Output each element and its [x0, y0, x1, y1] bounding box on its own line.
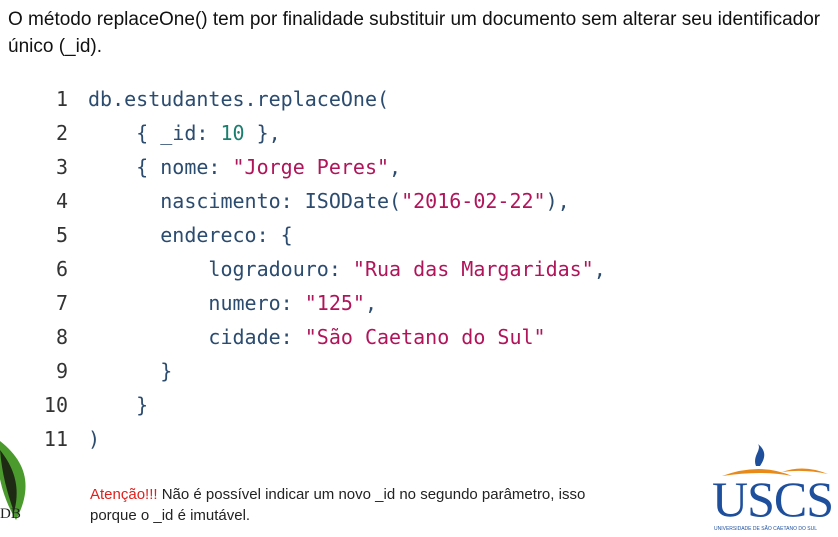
notice-text: Não é possível indicar um novo _id no se…	[90, 486, 586, 524]
code-token: ,	[364, 291, 378, 315]
uscs-logo-text: USCS	[712, 471, 834, 527]
code-line: 6 logradouro: "Rua das Margaridas",	[38, 252, 606, 286]
code-line: 4 nascimento: ISODate("2016-02-22"),	[38, 184, 606, 218]
code-token: { _id:	[88, 121, 221, 145]
uscs-logo-subtitle: UNIVERSIDADE DE SÃO CAETANO DO SUL	[714, 526, 817, 532]
line-number: 9	[55, 359, 68, 383]
code-token: cidade:	[88, 325, 305, 349]
uscs-logo: USCS UNIVERSIDADE DE SÃO CAETANO DO SUL	[712, 442, 838, 537]
code-line: 2 { _id: 10 },	[38, 116, 606, 150]
line-number: 3	[55, 155, 68, 179]
notice: Atenção!!! Não é possível indicar um nov…	[90, 484, 610, 526]
line-number: 8	[55, 325, 68, 349]
mongodb-logo-text: DB	[0, 506, 21, 522]
code-token: "Rua das Margaridas"	[352, 257, 594, 281]
code-token: ),	[545, 189, 570, 213]
line-number: 6	[55, 257, 68, 281]
code-token: "2016-02-22"	[401, 189, 546, 213]
line-number: 2	[55, 121, 68, 145]
code-token: { nome:	[88, 155, 233, 179]
code-line: 5 endereco: {	[38, 218, 606, 252]
code-token: ,	[593, 257, 606, 281]
code-line: 11)	[38, 422, 606, 456]
intro-text: O método replaceOne() tem por finalidade…	[8, 9, 821, 57]
line-number: 5	[55, 223, 68, 247]
line-number: 4	[55, 189, 68, 213]
code-token: },	[244, 121, 281, 145]
line-number: 7	[55, 291, 68, 315]
code-token: "Jorge Peres"	[232, 155, 390, 179]
line-number: 10	[43, 393, 68, 417]
code-line: 1 db.estudantes.replaceOne(	[38, 82, 606, 116]
line-number: 11	[43, 427, 68, 451]
code-line: 10 }	[38, 388, 606, 422]
code-token: "São Caetano do Sul"	[304, 325, 546, 349]
code-token: "125"	[304, 291, 365, 315]
code-token: nascimento: ISODate(	[88, 189, 402, 213]
code-line: 7 numero: "125",	[38, 286, 606, 320]
code-line: 9 }	[38, 354, 606, 388]
code-token: }	[88, 393, 149, 417]
code-token: ,	[389, 155, 402, 179]
code-token: logradouro:	[88, 257, 353, 281]
notice-warning: Atenção!!!	[90, 486, 158, 503]
code-token: numero:	[88, 291, 305, 315]
code-token: )	[88, 427, 101, 451]
code-line: 8 cidade: "São Caetano do Sul"	[38, 320, 606, 354]
code-token: db.estudantes.replaceOne(	[88, 87, 390, 111]
line-number: 1	[55, 87, 68, 111]
code-token: 10	[220, 121, 245, 145]
code-line: 3 { nome: "Jorge Peres",	[38, 150, 606, 184]
code-token: endereco: {	[88, 223, 293, 247]
code-block: 1 db.estudantes.replaceOne( 2 { _id: 10 },…	[38, 82, 606, 456]
code-token: }	[88, 359, 173, 383]
